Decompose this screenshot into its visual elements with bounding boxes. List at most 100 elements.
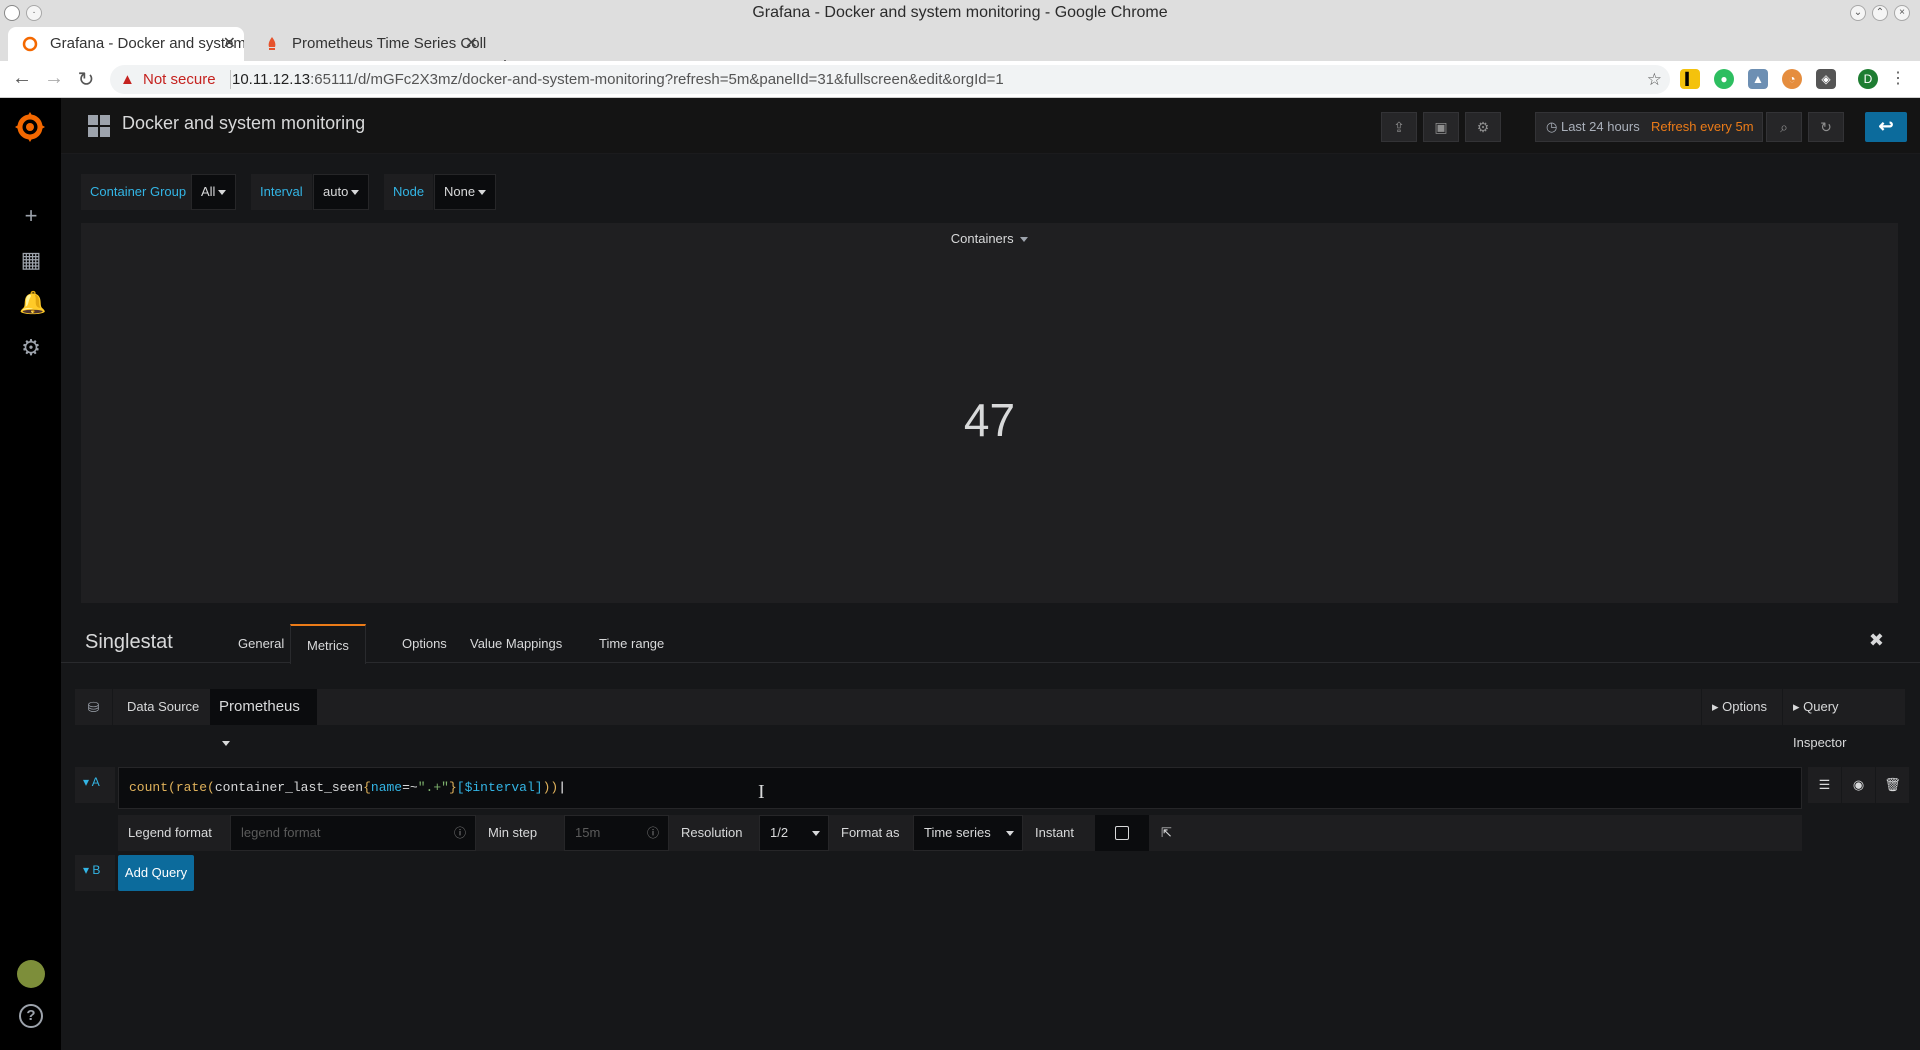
min-step-input[interactable]: 15m ⓘ — [564, 815, 669, 851]
user-avatar[interactable] — [17, 960, 45, 988]
mouse-text-cursor-icon: I — [758, 781, 765, 803]
legend-format-placeholder: legend format — [241, 825, 321, 840]
share-icon[interactable]: ⇪ — [1381, 112, 1417, 142]
zoom-out-icon[interactable]: ⌕ — [1766, 112, 1802, 142]
caret-down-icon — [218, 190, 227, 196]
legend-format-input[interactable]: legend format ⓘ — [230, 815, 476, 851]
format-as-select[interactable]: Time series — [913, 815, 1023, 851]
external-link-icon[interactable]: ⇱ — [1151, 815, 1185, 851]
save-icon[interactable]: ▣ — [1423, 112, 1459, 142]
query-expression-input[interactable]: count(rate(container_last_seen{name=~".+… — [118, 767, 1802, 809]
query-token: ( — [168, 780, 176, 795]
variable-label-container-group: Container Group — [81, 174, 196, 210]
browser-toolbar: ← → ↻ ▲ Not secure 10.11.12.13:65111/d/m… — [0, 61, 1920, 98]
query-menu-icon[interactable]: ☰ — [1808, 767, 1841, 803]
close-editor-icon[interactable]: ✖ — [1869, 630, 1884, 651]
data-source-label: Data Source — [113, 689, 214, 725]
grafana-logo[interactable] — [13, 110, 47, 144]
editor-title: Singlestat — [85, 631, 173, 653]
resolution-label: Resolution — [671, 815, 757, 851]
minimize-icon[interactable]: ⌄ — [1850, 5, 1866, 21]
variable-value: All — [201, 184, 216, 199]
query-row-toggle-b[interactable]: ▾ B — [75, 855, 115, 891]
settings-gear-icon[interactable]: ⚙ — [1465, 112, 1501, 142]
variable-select-node[interactable]: None — [434, 174, 497, 210]
query-token: count — [129, 780, 169, 795]
tab-metrics[interactable]: Metrics — [290, 624, 366, 664]
variable-select-interval[interactable]: auto — [313, 174, 370, 210]
shield-icon[interactable]: ◈ — [1816, 69, 1836, 89]
window-title: Grafana - Docker and system monitoring -… — [752, 4, 1168, 21]
dashboard-title[interactable]: Docker and system monitoring — [122, 113, 365, 134]
instant-checkbox[interactable] — [1115, 826, 1129, 840]
query-token: rate — [175, 780, 208, 795]
variable-select-container-group[interactable]: All — [191, 174, 237, 210]
rss-icon[interactable]: ◔ — [1782, 69, 1802, 89]
evernote-icon[interactable]: ● — [1714, 69, 1734, 89]
tab-grafana[interactable]: Grafana - Docker and system monitoring ✕ — [8, 27, 244, 61]
tab-prometheus[interactable]: Prometheus Time Series Collection ✕ — [250, 27, 486, 61]
extension-icon[interactable]: ▲ — [1748, 69, 1768, 89]
maximize-icon[interactable]: ⌃ — [1872, 5, 1888, 21]
time-range-label: Last 24 hours — [1560, 119, 1640, 134]
dashboards-icon[interactable]: ▦ — [19, 248, 43, 272]
close-window-icon[interactable]: × — [1894, 5, 1910, 21]
address-bar[interactable]: ▲ Not secure 10.11.12.13:65111/d/mGFc2X3… — [110, 65, 1670, 94]
side-menu: + ▦ 🔔 ⚙ ? — [0, 98, 61, 1050]
refresh-icon[interactable]: ↻ — [1808, 112, 1844, 142]
panel-title-text: Containers — [950, 231, 1014, 246]
min-step-placeholder: 15m — [575, 825, 601, 840]
instant-label: Instant — [1025, 815, 1093, 851]
add-query-button[interactable]: Add Query — [118, 855, 194, 891]
caret-down-icon — [1006, 831, 1014, 836]
format-as-value: Time series — [924, 825, 991, 840]
panel-title[interactable]: Containers — [81, 231, 1898, 246]
tab-general[interactable]: General — [222, 624, 300, 664]
tab-title: Prometheus Time Series Collection — [292, 35, 486, 52]
url-path: :65111/d/mGFc2X3mz/docker-and-system-mon… — [310, 71, 1004, 88]
bookmark-star-icon[interactable]: ☆ — [1647, 65, 1662, 94]
data-source-row: ⛁ Data Source Prometheus ▸ Options ▸ Que… — [75, 689, 1905, 750]
clock-icon: ◷ — [1546, 119, 1561, 134]
dashboard-grid-icon[interactable] — [88, 115, 110, 137]
toggle-visibility-eye-icon[interactable]: ◉ — [1842, 767, 1875, 803]
close-tab-icon[interactable]: ✕ — [223, 27, 236, 61]
reload-icon[interactable]: ↻ — [74, 67, 98, 92]
query-letter: A — [91, 775, 100, 789]
time-picker[interactable]: ◷ Last 24 hours Refresh every 5m — [1535, 112, 1763, 142]
tab-options[interactable]: Options — [386, 624, 463, 664]
data-source-select[interactable]: Prometheus — [210, 689, 317, 746]
configuration-gear-icon[interactable]: ⚙ — [19, 336, 43, 360]
tab-strip: Grafana - Docker and system monitoring ✕… — [0, 25, 1920, 80]
window-menu-icon[interactable]: · — [26, 5, 42, 21]
back-to-dashboard-icon[interactable]: ↩ — [1865, 112, 1907, 142]
caret-down-icon — [478, 190, 487, 196]
alerting-bell-icon[interactable]: 🔔 — [19, 291, 46, 315]
close-tab-icon[interactable]: ✕ — [465, 27, 478, 61]
query-token: ( — [207, 780, 215, 795]
url-text[interactable]: 10.11.12.13:65111/d/mGFc2X3mz/docker-and… — [232, 65, 1004, 94]
extension-icon[interactable]: ▍ — [1680, 69, 1700, 89]
query-token: [$interval] — [456, 780, 543, 795]
resolution-value: 1/2 — [770, 825, 789, 840]
info-icon[interactable]: ⓘ — [647, 816, 659, 850]
tab-value-mappings[interactable]: Value Mappings — [454, 624, 578, 664]
options-label: Options — [1722, 699, 1767, 714]
delete-trash-icon[interactable]: 🗑 — [1876, 767, 1909, 803]
back-icon[interactable]: ← — [10, 67, 34, 90]
info-icon[interactable]: ⓘ — [454, 816, 466, 850]
query-row-toggle-a[interactable]: ▾ A — [75, 767, 115, 803]
resolution-select[interactable]: 1/2 — [759, 815, 829, 851]
forward-icon[interactable]: → — [42, 67, 66, 90]
format-as-label: Format as — [831, 815, 911, 851]
query-token: } — [448, 780, 457, 795]
help-icon[interactable]: ? — [19, 1004, 43, 1028]
create-icon[interactable]: + — [19, 204, 43, 228]
menu-icon[interactable]: ⋮ — [1888, 69, 1908, 89]
tab-time-range[interactable]: Time range — [583, 624, 680, 664]
options-toggle[interactable]: ▸ Options — [1701, 689, 1780, 725]
profile-avatar[interactable]: D — [1858, 69, 1878, 89]
text-cursor: | — [558, 780, 567, 795]
warning-icon: ▲ — [120, 71, 135, 88]
query-inspector-toggle[interactable]: ▸ Query Inspector — [1782, 689, 1905, 750]
